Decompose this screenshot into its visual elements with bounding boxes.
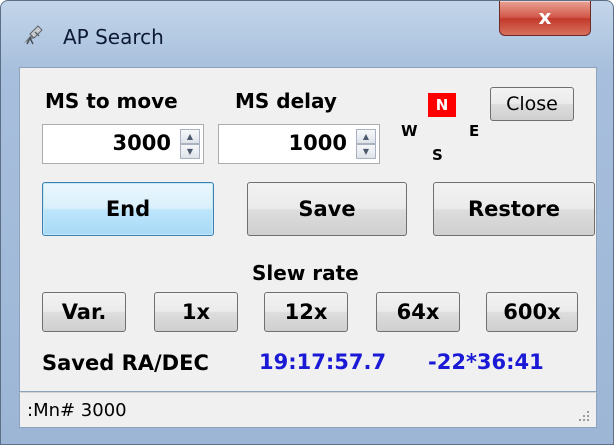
ms-delay-label: MS delay xyxy=(235,89,337,113)
spin-up-icon[interactable]: ▲ xyxy=(180,129,200,144)
slew-var-button[interactable]: Var. xyxy=(42,292,126,332)
client-area: MS to move MS delay 3000 ▲ ▼ 1000 ▲ ▼ N … xyxy=(19,67,597,392)
saved-radec-label: Saved RA/DEC xyxy=(42,351,209,375)
ms-to-move-spinner[interactable]: 3000 ▲ ▼ xyxy=(42,124,204,164)
ms-delay-value[interactable]: 1000 xyxy=(289,131,347,155)
compass-east: E xyxy=(469,122,480,140)
spin-down-icon[interactable]: ▼ xyxy=(180,144,200,159)
telescope-icon xyxy=(24,25,43,45)
end-button[interactable]: End xyxy=(42,182,214,236)
ms-to-move-value[interactable]: 3000 xyxy=(113,131,171,155)
compass-south: S xyxy=(432,146,443,164)
close-icon: x xyxy=(538,5,552,29)
window-title: AP Search xyxy=(63,25,164,49)
title-bar[interactable]: AP Search x xyxy=(1,1,613,67)
saved-dec-value: -22*36:41 xyxy=(428,350,544,374)
slew-64x-button[interactable]: 64x xyxy=(376,292,460,332)
ms-to-move-label: MS to move xyxy=(45,89,178,113)
save-button[interactable]: Save xyxy=(247,182,407,236)
slew-12x-button[interactable]: 12x xyxy=(264,292,348,332)
compass-west: W xyxy=(401,122,418,140)
close-button[interactable]: Close xyxy=(490,87,574,121)
spin-up-icon[interactable]: ▲ xyxy=(356,129,376,144)
slew-rate-label: Slew rate xyxy=(252,261,359,285)
restore-button[interactable]: Restore xyxy=(433,182,595,236)
saved-ra-value: 19:17:57.7 xyxy=(259,350,387,374)
resize-grip-icon[interactable] xyxy=(576,408,590,422)
ap-search-window: AP Search x MS to move MS delay 3000 ▲ ▼… xyxy=(0,0,614,445)
status-bar: :Mn# 3000 xyxy=(19,392,597,428)
compass-north: N xyxy=(428,93,456,117)
window-close-button[interactable]: x xyxy=(499,1,591,36)
ms-delay-spinner[interactable]: 1000 ▲ ▼ xyxy=(218,124,380,164)
slew-1x-button[interactable]: 1x xyxy=(154,292,238,332)
status-text: :Mn# 3000 xyxy=(27,400,127,421)
slew-600x-button[interactable]: 600x xyxy=(486,292,578,332)
spin-down-icon[interactable]: ▼ xyxy=(356,144,376,159)
